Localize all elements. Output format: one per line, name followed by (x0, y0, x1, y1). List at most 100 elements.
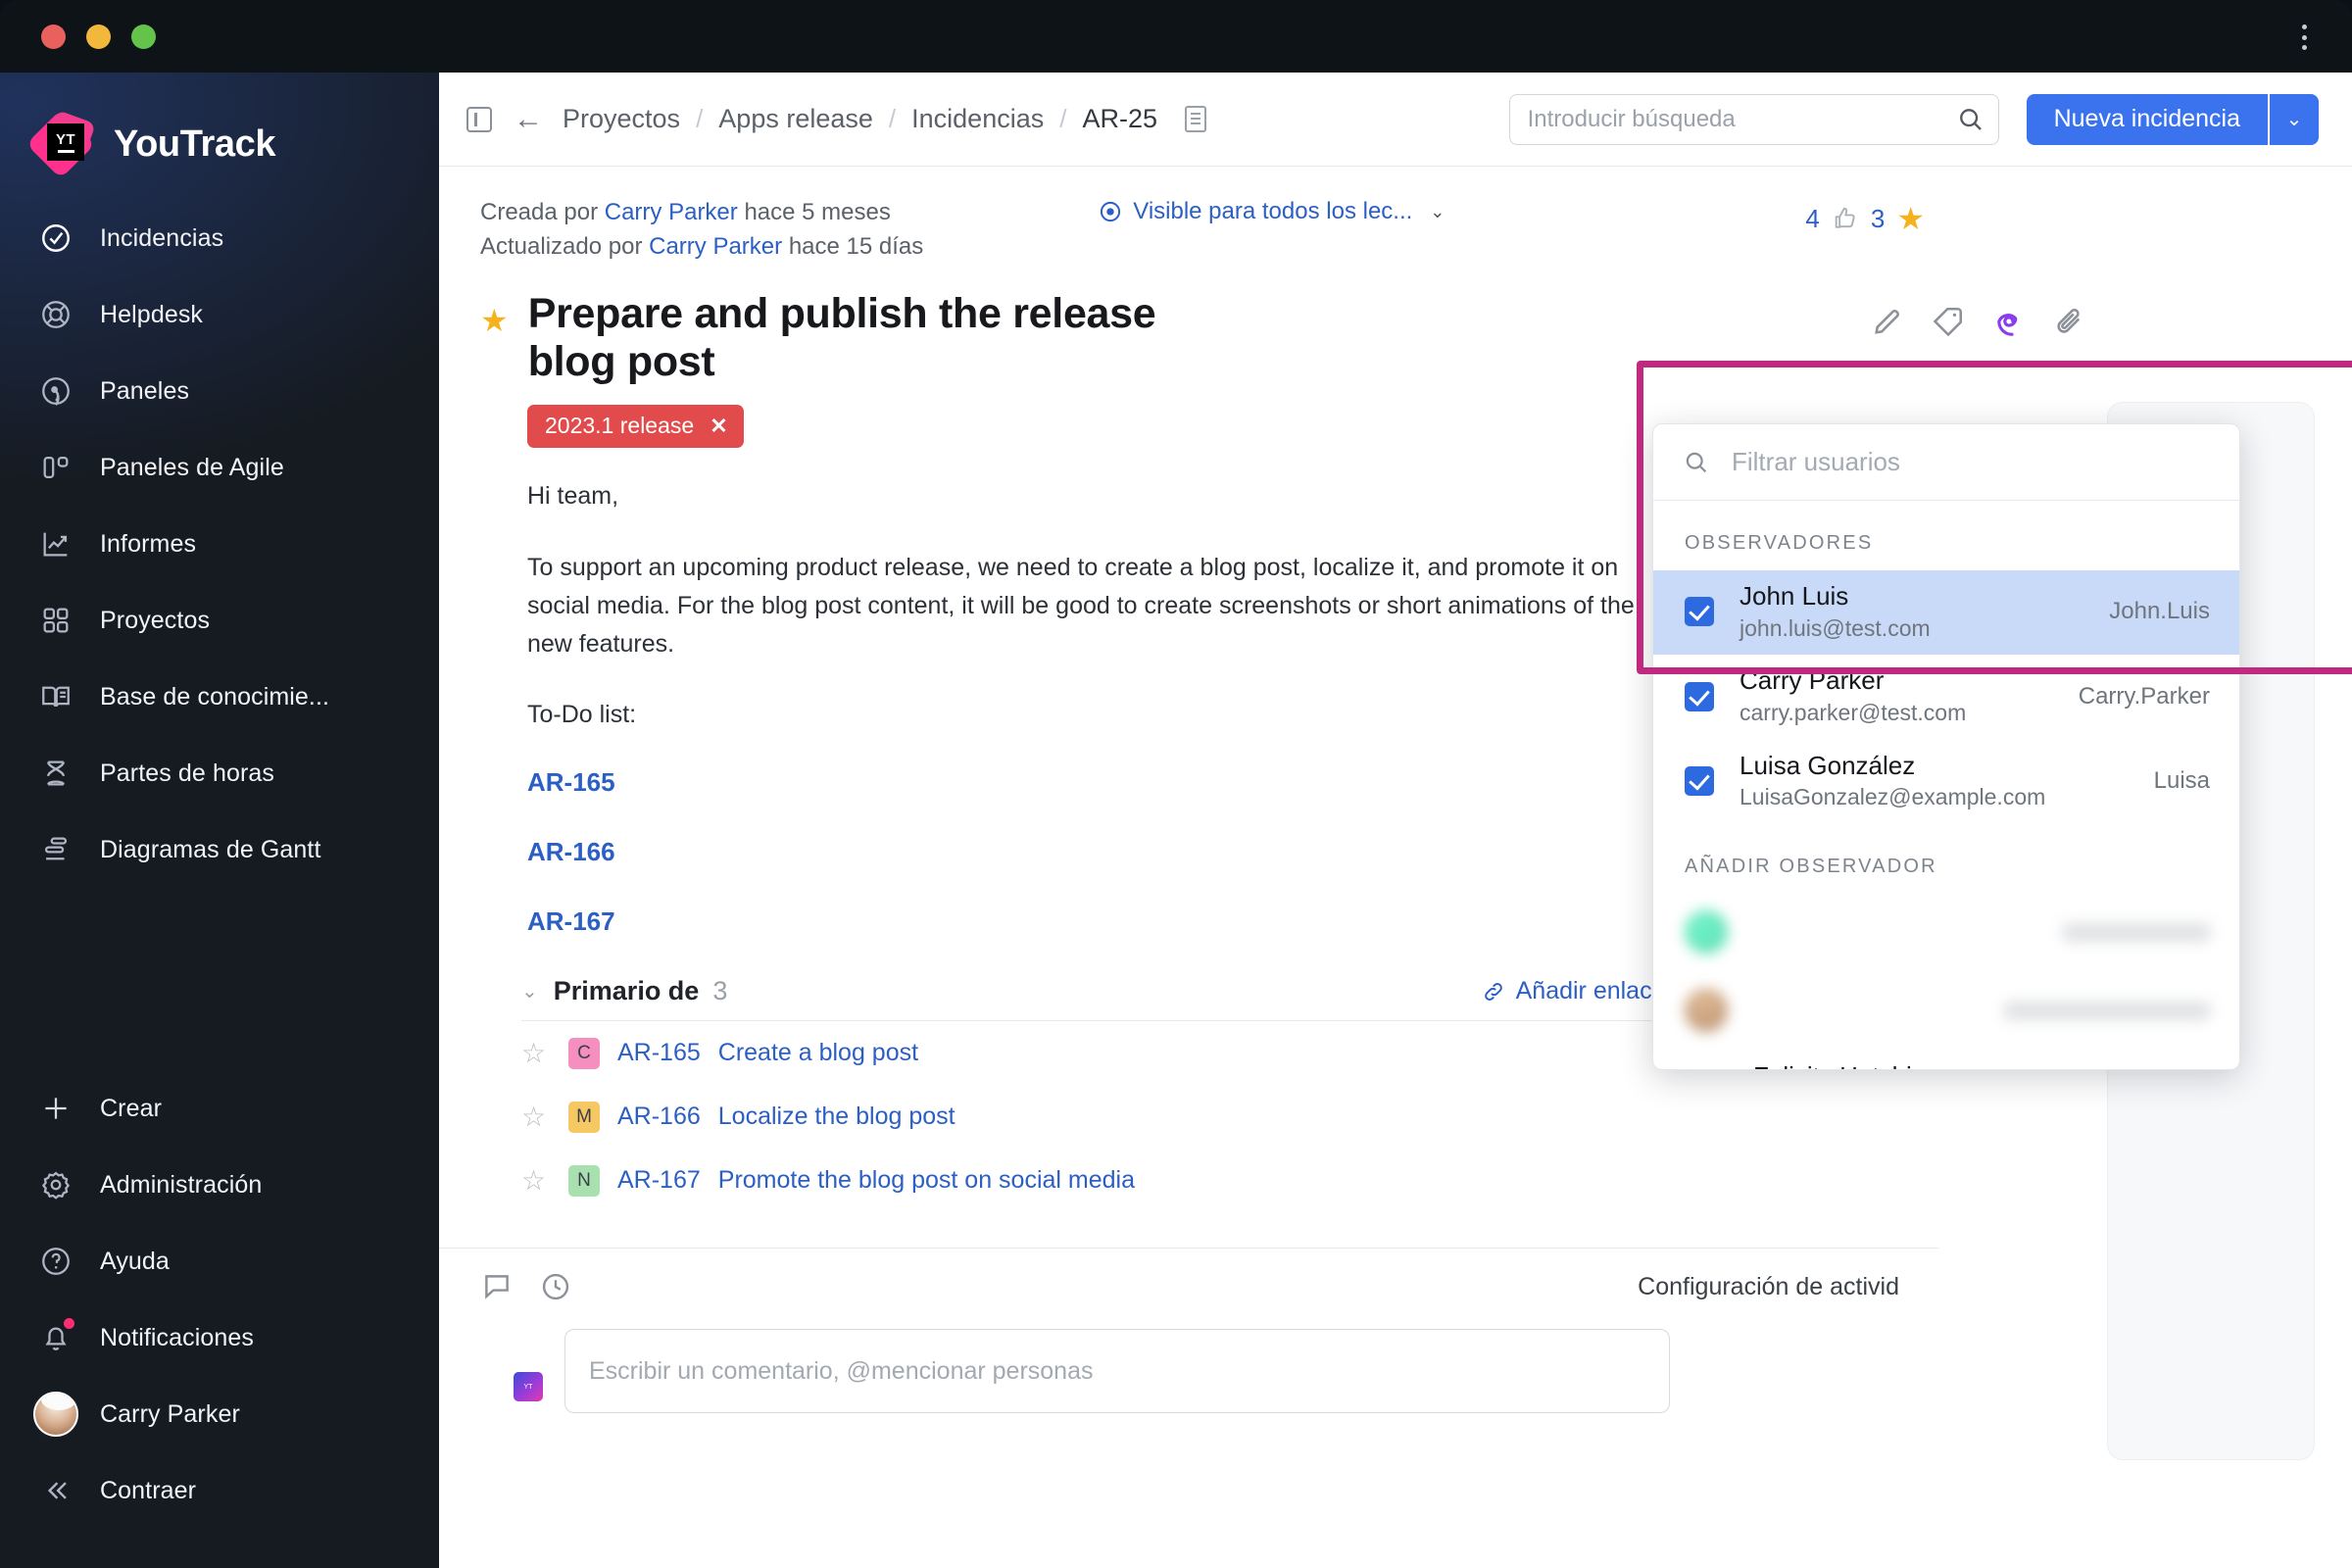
linked-issue-id[interactable]: AR-167 (617, 1166, 701, 1195)
sidebar-item-ayuda[interactable]: Ayuda (0, 1223, 439, 1299)
description-paragraph: To support an upcoming product release, … (527, 554, 1635, 658)
table-row[interactable]: ☆ N AR-167 Promote the blog post on soci… (439, 1149, 2352, 1212)
activity-settings-label[interactable]: Configuración de activid (1638, 1273, 1899, 1301)
new-issue-button[interactable]: Nueva incidencia (2026, 93, 2268, 145)
thumbs-up-icon[interactable] (1832, 205, 1859, 232)
sidebar-item-notificaciones[interactable]: Notificaciones (0, 1299, 439, 1376)
attachment-icon[interactable] (2052, 304, 2087, 339)
close-window-button[interactable] (41, 24, 66, 49)
new-issue-dropdown-caret[interactable]: ⌄ (2268, 93, 2319, 145)
list-item[interactable]: Felicity Hutchinson FelicityHutchinson@e… (1653, 1051, 2239, 1069)
tag-icon[interactable] (1931, 304, 1966, 339)
observer-name: Luisa González (1740, 750, 1916, 780)
list-item[interactable]: John Luis john.luis@test.com John.Luis (1653, 570, 2239, 656)
sidebar-item-proyectos[interactable]: Proyectos (0, 582, 439, 659)
eye-icon (1098, 199, 1123, 224)
updated-prefix: Actualizado por (480, 232, 643, 260)
sidebar-item-helpdesk[interactable]: Helpdesk (0, 276, 439, 353)
lifebuoy-icon (35, 294, 76, 335)
close-icon[interactable]: ✕ (710, 414, 727, 439)
copy-id-icon[interactable] (1185, 103, 1211, 132)
list-item[interactable]: Carry Parker carry.parker@test.com Carry… (1653, 655, 2239, 739)
linked-issue-summary[interactable]: Localize the blog post (718, 1102, 956, 1131)
issue-meta-lines: Creada por Carry Parker hace 5 meses Act… (480, 196, 923, 265)
comment-input[interactable] (564, 1329, 1670, 1414)
star-outline-icon[interactable]: ☆ (521, 1164, 551, 1197)
stars-count: 3 (1870, 203, 1886, 233)
sidebar-item-administracion[interactable]: Administración (0, 1147, 439, 1223)
ai-assistant-icon[interactable] (1991, 304, 2027, 339)
star-outline-icon[interactable]: ☆ (521, 1037, 551, 1069)
sidebar: YT YouTrack Incidencias Helpdesk Paneles… (0, 73, 439, 1568)
hourglass-icon (35, 753, 76, 794)
sidebar-item-paneles-agile[interactable]: Paneles de Agile (0, 429, 439, 506)
table-row[interactable]: ☆ M AR-166 Localize the blog post (439, 1085, 2352, 1149)
linked-issue-id[interactable]: AR-165 (617, 1039, 701, 1067)
search-input[interactable] (1508, 93, 1999, 145)
votes-count: 4 (1805, 203, 1820, 233)
linked-issue-summary[interactable]: Promote the blog post on social media (718, 1166, 1135, 1195)
sidebar-item-collapse[interactable]: Contraer (0, 1452, 439, 1529)
sidebar-item-base-conocimiento[interactable]: Base de conocimie... (0, 659, 439, 735)
sidebar-item-crear[interactable]: Crear (0, 1070, 439, 1147)
list-item[interactable] (1653, 972, 2239, 1051)
search-icon[interactable] (1956, 105, 1985, 134)
breadcrumb-incidencias[interactable]: Incidencias (911, 104, 1044, 134)
edit-pencil-icon[interactable] (1870, 304, 1905, 339)
star-outline-icon[interactable]: ☆ (521, 1101, 551, 1133)
issue-title-row: ★ Prepare and publish the release blog p… (439, 265, 2352, 388)
sidebar-item-gantt[interactable]: Diagramas de Gantt (0, 811, 439, 888)
updated-author-link[interactable]: Carry Parker (649, 233, 782, 260)
updated-suffix: hace 15 días (788, 232, 924, 260)
breadcrumb-proyectos[interactable]: Proyectos (563, 104, 680, 134)
star-filled-icon[interactable]: ★ (1896, 200, 1925, 237)
brand-logo[interactable]: YT YouTrack (0, 73, 439, 179)
observer-checkbox[interactable] (1685, 597, 1714, 627)
gantt-icon (35, 829, 76, 870)
priority-chip: N (568, 1164, 600, 1197)
visibility-selector[interactable]: Visible para todos los lec... ⌄ (1098, 196, 1445, 225)
status-badge[interactable]: 2023.1 release ✕ (527, 405, 744, 449)
sidebar-item-label: Incidencias (100, 223, 224, 252)
list-item[interactable]: Luisa González LuisaGonzalez@example.com… (1653, 740, 2239, 824)
comment-bubble-icon[interactable] (480, 1270, 514, 1303)
question-circle-icon (35, 1241, 76, 1282)
check-circle-icon (35, 218, 76, 259)
linked-issue-id[interactable]: AR-166 (617, 1102, 701, 1131)
sidebar-item-paneles[interactable]: Paneles (0, 353, 439, 429)
sidebar-item-label: Crear (100, 1094, 163, 1122)
description-issue-link[interactable]: AR-165 (527, 767, 1664, 798)
kebab-menu-icon[interactable] (2289, 22, 2319, 53)
breadcrumb-issue-id[interactable]: AR-25 (1082, 104, 1157, 134)
maximize-window-button[interactable] (131, 24, 156, 49)
clock-history-icon[interactable] (539, 1270, 572, 1303)
sidebar-item-informes[interactable]: Informes (0, 506, 439, 582)
filter-users-input[interactable] (1732, 447, 2210, 477)
linked-issues-header: ⌄ Primario de 3 Añadir enlaces (521, 976, 1678, 1022)
main-area: ← Proyectos / Apps release / Incidencias… (439, 73, 2352, 1568)
sidebar-item-label: Paneles de Agile (100, 453, 284, 481)
observer-checkbox[interactable] (1685, 681, 1714, 711)
panel-toggle-icon[interactable] (466, 106, 492, 132)
minimize-window-button[interactable] (86, 24, 111, 49)
report-chart-icon (35, 523, 76, 564)
created-author-link[interactable]: Carry Parker (605, 199, 738, 225)
breadcrumb-apps-release[interactable]: Apps release (718, 104, 873, 134)
avatar (1685, 910, 1728, 955)
sidebar-item-incidencias[interactable]: Incidencias (0, 200, 439, 276)
arrow-left-icon[interactable]: ← (514, 104, 543, 134)
list-item[interactable] (1653, 894, 2239, 972)
sidebar-user-name: Carry Parker (100, 1399, 240, 1428)
sidebar-item-user-profile[interactable]: Carry Parker (0, 1376, 439, 1452)
sidebar-item-partes-horas[interactable]: Partes de horas (0, 735, 439, 811)
description-issue-link[interactable]: AR-167 (527, 906, 1664, 937)
observer-checkbox[interactable] (1685, 765, 1714, 796)
issue-content: Creada por Carry Parker hace 5 meses Act… (439, 167, 2352, 1568)
description-issue-link[interactable]: AR-166 (527, 837, 1664, 867)
linked-issues-title: Primario de (553, 976, 700, 1006)
star-filled-icon[interactable]: ★ (480, 302, 509, 339)
add-links-button[interactable]: Añadir enlaces (1481, 977, 1678, 1005)
chevron-down-icon[interactable]: ⌄ (521, 979, 538, 1004)
linked-issue-summary[interactable]: Create a blog post (718, 1039, 918, 1067)
sidebar-item-label: Informes (100, 529, 197, 558)
